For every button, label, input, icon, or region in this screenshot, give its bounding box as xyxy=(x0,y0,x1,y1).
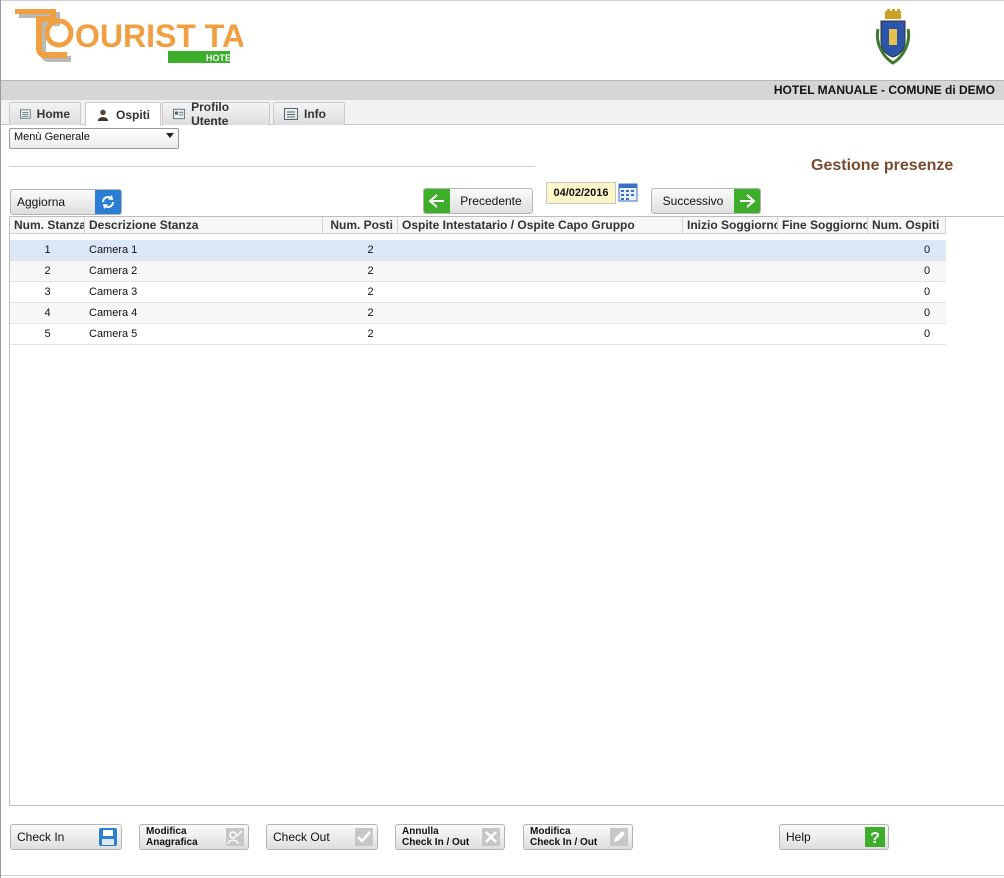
context-title: HOTEL MANUALE - COMUNE di DEMO xyxy=(773,83,995,97)
refresh-button[interactable]: Aggiorna xyxy=(10,189,122,215)
col-descrizione-stanza[interactable]: Descrizione Stanza xyxy=(85,217,323,233)
municipal-crest-icon xyxy=(875,9,911,65)
col-num-ospiti[interactable]: Num. Ospiti xyxy=(868,217,946,233)
tab-ospiti[interactable]: Ospiti xyxy=(85,102,161,126)
calendar-icon[interactable] xyxy=(618,182,638,202)
presenze-table: Num. Stanza Descrizione Stanza Num. Post… xyxy=(9,216,1004,806)
tab-home-label: Home xyxy=(36,107,70,121)
annulla-check-button[interactable]: Annulla Check In / Out xyxy=(395,824,505,850)
cell-num-ospiti: 0 xyxy=(923,265,931,277)
cell-num-ospiti: 0 xyxy=(923,328,931,340)
menu-generale-select[interactable]: Menù Generale xyxy=(9,128,179,149)
cell-num-ospiti: 0 xyxy=(923,244,931,256)
cell-descrizione: Camera 5 xyxy=(89,328,138,340)
modifica-check-button[interactable]: Modifica Check In / Out xyxy=(523,824,633,850)
table-body: 1 Camera 1 2 0 2 Camera 2 2 0 3 Camera 3 xyxy=(10,240,946,345)
cell-num-stanza: 2 xyxy=(44,265,51,277)
arrow-left-icon xyxy=(424,189,450,213)
context-bar: HOTEL MANUALE - COMUNE di DEMO xyxy=(1,80,1004,100)
tab-bar: Home Ospiti Profilo Utente Info xyxy=(1,100,1004,128)
col-num-stanza[interactable]: Num. Stanza xyxy=(10,217,85,233)
cell-num-stanza: 5 xyxy=(44,328,51,340)
previous-button[interactable]: Precedente xyxy=(423,188,533,214)
col-num-posti[interactable]: Num. Posti xyxy=(323,217,398,233)
tab-profilo-utente-label: Profilo Utente xyxy=(191,100,230,128)
next-label: Successivo xyxy=(662,194,724,208)
col-fine-soggiorno[interactable]: Fine Soggiorno xyxy=(778,217,868,233)
list-icon xyxy=(284,108,298,120)
check-out-button[interactable]: Check Out xyxy=(266,824,378,850)
col-inizio-soggiorno[interactable]: Inizio Soggiorno xyxy=(683,217,778,233)
modifica-anagrafica-line2: Anagrafica xyxy=(146,837,198,848)
cell-num-ospiti: 0 xyxy=(923,286,931,298)
cell-descrizione: Camera 3 xyxy=(89,286,138,298)
table-header: Num. Stanza Descrizione Stanza Num. Post… xyxy=(10,217,946,234)
refresh-label: Aggiorna xyxy=(17,195,66,209)
user-edit-icon xyxy=(222,825,248,849)
app-window: OURIST TAX HOTEL HOTEL MANUALE - COMUNE … xyxy=(0,0,1004,878)
refresh-icon xyxy=(95,190,121,214)
annulla-line1: Annulla xyxy=(402,826,439,837)
next-button[interactable]: Successivo xyxy=(651,188,761,214)
table-row[interactable]: 2 Camera 2 2 0 xyxy=(10,261,946,282)
cell-descrizione: Camera 4 xyxy=(89,307,138,319)
svg-text:?: ? xyxy=(870,830,880,847)
cell-descrizione: Camera 2 xyxy=(89,265,138,277)
save-disk-icon xyxy=(95,825,121,849)
menu-select-value: Menù Generale xyxy=(14,131,90,143)
table-row[interactable]: 5 Camera 5 2 0 xyxy=(10,324,946,345)
id-card-icon xyxy=(173,108,186,120)
arrow-right-icon xyxy=(734,189,760,213)
check-in-label: Check In xyxy=(17,830,65,844)
table-row[interactable]: 3 Camera 3 2 0 xyxy=(10,282,946,303)
tab-ospiti-label: Ospiti xyxy=(115,107,150,122)
modifica-anagrafica-button[interactable]: Modifica Anagrafica xyxy=(139,824,249,850)
cell-num-stanza: 3 xyxy=(44,286,51,298)
cell-num-stanza: 4 xyxy=(44,307,51,319)
annulla-line2: Check In / Out xyxy=(402,837,470,848)
cell-num-stanza: 1 xyxy=(44,244,51,256)
col-ospite-intestatario[interactable]: Ospite Intestatario / Ospite Capo Gruppo xyxy=(398,217,683,233)
divider xyxy=(9,166,535,167)
cell-num-posti: 2 xyxy=(367,328,374,340)
modifica-anagrafica-line1: Modifica xyxy=(146,826,187,837)
cell-num-posti: 2 xyxy=(367,286,374,298)
user-icon xyxy=(97,109,109,121)
tourist-tax-logo: OURIST TAX HOTEL xyxy=(15,9,243,63)
modifica-check-line2: Check In / Out xyxy=(530,837,598,848)
cancel-x-icon xyxy=(478,825,504,849)
list-icon xyxy=(20,109,31,119)
table-row[interactable]: 4 Camera 4 2 0 xyxy=(10,303,946,324)
question-mark-icon: ? xyxy=(862,825,888,849)
header: OURIST TAX HOTEL xyxy=(1,0,1004,80)
page-title: Gestione presenze xyxy=(811,157,954,174)
check-in-button[interactable]: Check In xyxy=(10,824,122,850)
bottom-rule xyxy=(1,875,1004,876)
cell-descrizione: Camera 1 xyxy=(89,244,138,256)
checkmark-icon xyxy=(351,825,377,849)
tab-info[interactable]: Info xyxy=(273,102,345,125)
cell-num-ospiti: 0 xyxy=(923,307,931,319)
date-field[interactable]: 04/02/2016 xyxy=(546,182,616,204)
logo-sub: HOTEL xyxy=(206,53,237,63)
table-row[interactable]: 1 Camera 1 2 0 xyxy=(10,240,946,261)
cell-num-posti: 2 xyxy=(367,265,374,277)
check-out-label: Check Out xyxy=(273,830,330,844)
help-button[interactable]: Help ? xyxy=(779,824,889,850)
modifica-check-line1: Modifica xyxy=(530,826,571,837)
help-label: Help xyxy=(786,830,811,844)
logo-text: OURIST TAX xyxy=(75,18,243,54)
tab-profilo-utente[interactable]: Profilo Utente xyxy=(162,100,270,128)
cell-num-posti: 2 xyxy=(367,307,374,319)
pencil-icon xyxy=(606,825,632,849)
cell-num-posti: 2 xyxy=(367,244,374,256)
previous-label: Precedente xyxy=(460,194,522,208)
tab-info-label: Info xyxy=(304,107,326,121)
chevron-down-icon xyxy=(166,133,174,138)
tab-home[interactable]: Home xyxy=(9,102,81,125)
